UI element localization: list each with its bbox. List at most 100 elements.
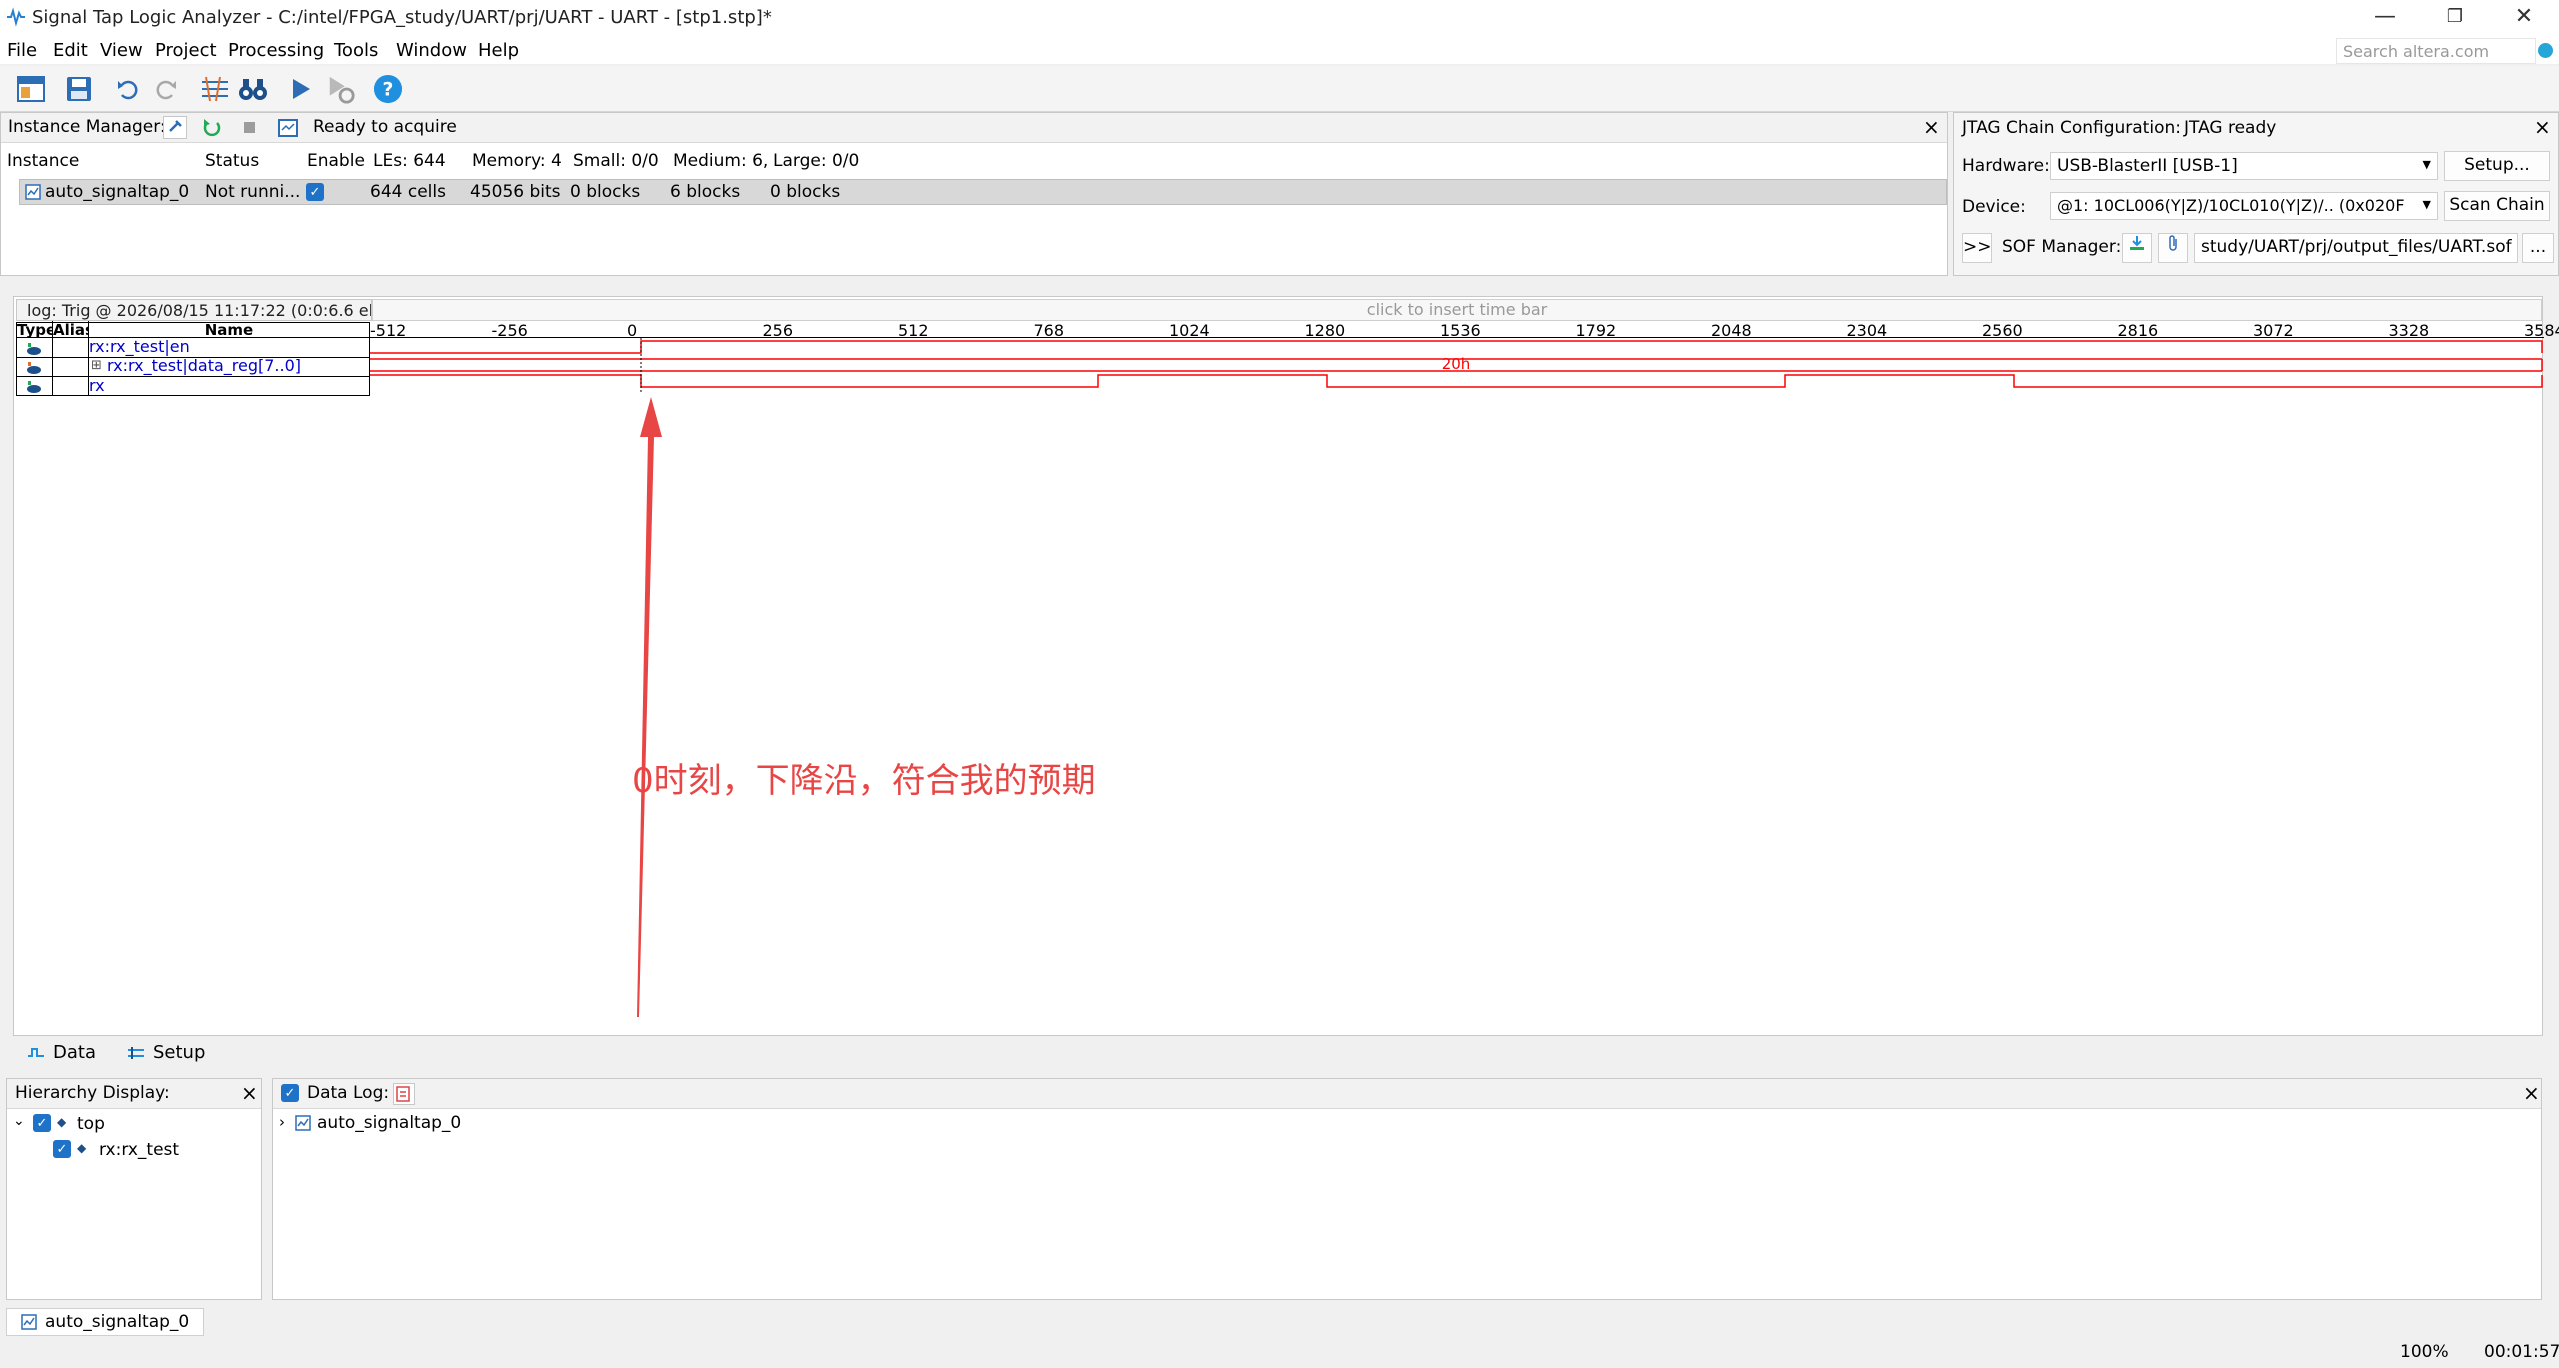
node-icon: ◆	[77, 1141, 87, 1155]
hierarchy-label: Hierarchy Display:	[15, 1083, 170, 1103]
hierarchy-item-top[interactable]: top	[77, 1114, 105, 1134]
arrow-shape	[637, 397, 662, 1017]
column-small: Small: 0/0	[573, 151, 659, 171]
instance-small: 0 blocks	[570, 182, 641, 202]
column-les: LEs: 644	[373, 151, 446, 171]
stop-icon[interactable]	[244, 122, 255, 133]
column-type: Type	[17, 321, 53, 337]
chevron-down-icon[interactable]: ⌄	[13, 1113, 25, 1129]
jtag-status: JTAG ready	[2184, 118, 2277, 138]
jtag-close-button[interactable]: ×	[2534, 115, 2551, 139]
device-label: Device:	[1962, 197, 2026, 217]
help-icon[interactable]: ?	[373, 74, 403, 104]
menu-file[interactable]: File	[7, 40, 37, 61]
column-enable: Enable	[307, 151, 365, 171]
instance-memory: 45056 bits	[470, 182, 561, 202]
sof-path-field[interactable]: study/UART/prj/output_files/UART.sof	[2194, 233, 2518, 263]
menu-window[interactable]: Window	[396, 40, 467, 61]
hierarchy-item-rx-test[interactable]: rx:rx_test	[99, 1140, 179, 1160]
data-log-item[interactable]: auto_signaltap_0	[317, 1113, 461, 1133]
instance-icon	[25, 184, 41, 204]
tab-data[interactable]: Data	[27, 1042, 96, 1063]
hierarchy-header: Hierarchy Display: ×	[7, 1079, 261, 1109]
attach-file-icon[interactable]	[2158, 233, 2188, 263]
close-window-button[interactable]: ✕	[2489, 0, 2559, 36]
instance-icon	[21, 1314, 37, 1334]
annotation-text: 0时刻，下降沿，符合我的预期	[632, 761, 1096, 801]
autorun-analysis-icon[interactable]	[326, 74, 356, 104]
redo-icon[interactable]	[151, 74, 181, 104]
view-tabs: Data Setup	[13, 1038, 2543, 1070]
sof-manager-label: SOF Manager:	[2002, 237, 2122, 257]
input-node-icon	[25, 341, 43, 360]
signal-rx[interactable]: rx	[89, 376, 105, 395]
log-header: log: Trig @ 2026/08/15 11:17:22 (0:0:6.6…	[16, 299, 372, 321]
save-icon[interactable]	[64, 74, 94, 104]
instance-icon	[295, 1115, 311, 1135]
waveform-traces: 20h	[370, 338, 2543, 394]
status-bar: auto_signaltap_0 100% 00:01:57	[0, 1304, 2559, 1368]
menu-edit[interactable]: Edit	[53, 40, 88, 61]
node-finder-icon[interactable]	[200, 74, 230, 104]
program-device-icon[interactable]	[2122, 233, 2152, 263]
top-checkbox[interactable]: ✓	[33, 1114, 51, 1132]
undo-icon[interactable]	[113, 74, 143, 104]
instance-manager-icon[interactable]	[16, 74, 46, 104]
globe-icon[interactable]	[2538, 43, 2553, 58]
menu-help[interactable]: Help	[478, 40, 519, 61]
column-memory: Memory: 4	[472, 151, 562, 171]
hierarchy-close-button[interactable]: ×	[241, 1081, 258, 1105]
window-title: Signal Tap Logic Analyzer - C:/intel/FPG…	[32, 7, 772, 28]
instance-manager-label: Instance Manager:	[8, 117, 166, 137]
browse-button[interactable]: ...	[2522, 233, 2554, 263]
time-ruler[interactable]: -512 -256 0 256 512 768 1024 1280 1536 1792 2048 23…	[370, 321, 2559, 340]
signal-data-reg[interactable]: rx:rx_test|data_reg[7..0]	[107, 356, 301, 375]
annotation-arrow	[637, 397, 662, 1017]
instance-tab[interactable]: auto_signaltap_0	[6, 1308, 204, 1336]
hardware-label: Hardware:	[1962, 156, 2050, 176]
svg-text:?: ?	[383, 80, 394, 101]
scan-chain-button[interactable]: Scan Chain	[2444, 191, 2550, 221]
run-analysis-icon[interactable]	[286, 74, 316, 104]
menu-tools[interactable]: Tools	[334, 40, 378, 61]
expand-button[interactable]: >>	[1962, 233, 1992, 263]
hardware-value: USB-BlasterII [USB-1]	[2057, 156, 2238, 176]
data-log-icon[interactable]	[393, 1083, 415, 1105]
chevron-right-icon[interactable]: ›	[279, 1113, 285, 1131]
instance-les: 644 cells	[370, 182, 446, 202]
signal-table-header: Type Alias Name	[16, 321, 370, 339]
column-instance: Instance	[7, 151, 80, 171]
enable-checkbox[interactable]: ✓	[306, 183, 324, 201]
instance-manager-header: Instance Manager: Ready to acquire ×	[1, 113, 1947, 143]
column-status: Status	[205, 151, 260, 171]
signal-en[interactable]: rx:rx_test|en	[89, 337, 190, 356]
data-log-close-button[interactable]: ×	[2523, 1081, 2540, 1105]
binoculars-icon[interactable]	[238, 74, 268, 104]
bus-node-icon	[25, 360, 43, 379]
restore-button[interactable]: ❐	[2420, 0, 2490, 36]
rx-test-checkbox[interactable]: ✓	[53, 1140, 71, 1158]
initialize-icon[interactable]	[163, 116, 187, 139]
tab-setup[interactable]: Setup	[127, 1042, 205, 1063]
expand-bus-icon[interactable]: ⊞	[91, 358, 102, 373]
menu-processing[interactable]: Processing	[228, 40, 324, 61]
instance-status: Not runni...	[205, 182, 301, 202]
minimize-button[interactable]: —	[2350, 0, 2420, 36]
hardware-select[interactable]: USB-BlasterII [USB-1] ▼	[2050, 152, 2438, 180]
menu-view[interactable]: View	[100, 40, 143, 61]
acquire-status: Ready to acquire	[313, 117, 457, 137]
device-select[interactable]: @1: 10CL006(Y|Z)/10CL010(Y|Z)/.. (0x020F…	[2050, 192, 2438, 220]
instance-tab-label: auto_signaltap_0	[45, 1312, 190, 1332]
menu-project[interactable]: Project	[155, 40, 217, 61]
instance-manager-close-button[interactable]: ×	[1923, 115, 1940, 139]
insert-time-bar[interactable]: click to insert time bar	[372, 299, 2542, 321]
setup-button[interactable]: Setup...	[2444, 151, 2550, 181]
data-log-checkbox[interactable]: ✓	[281, 1084, 299, 1102]
data-log-panel: ✓ Data Log: × › auto_signaltap_0	[272, 1078, 2542, 1300]
search-input[interactable]: Search altera.com	[2336, 38, 2536, 64]
run-once-icon[interactable]	[201, 117, 223, 143]
elapsed-time: 00:01:57	[2484, 1342, 2559, 1362]
column-large: Large: 0/0	[773, 151, 860, 171]
waveform-panel: log: Trig @ 2026/08/15 11:17:22 (0:0:6.6…	[13, 296, 2559, 1036]
read-data-icon[interactable]	[277, 118, 299, 142]
